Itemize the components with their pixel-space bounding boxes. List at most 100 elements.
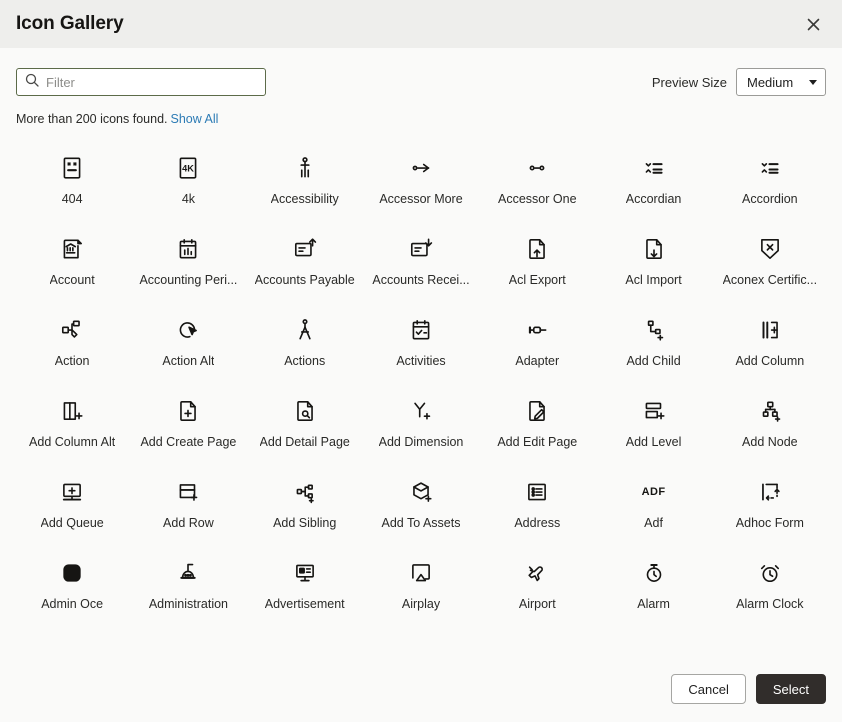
icon-cell[interactable]: Accessor One — [479, 144, 595, 211]
chevron-down-icon — [809, 80, 817, 85]
add-edit-page-icon — [524, 393, 550, 429]
close-icon[interactable] — [800, 11, 826, 37]
advertisement-icon — [292, 555, 318, 591]
icon-gallery-dialog: Icon Gallery Preview Size Medium — [0, 0, 842, 722]
action-alt-icon — [175, 312, 201, 348]
icon-label: Adf — [644, 516, 663, 531]
action-icon — [59, 312, 85, 348]
accounts-receivable-icon — [408, 231, 434, 267]
add-to-assets-icon — [408, 474, 434, 510]
add-level-icon — [641, 393, 667, 429]
icon-cell[interactable]: Accordian — [595, 144, 711, 211]
preview-size-value: Medium — [747, 75, 793, 90]
icon-label: Alarm — [637, 597, 670, 612]
icon-label: Add Column — [735, 354, 804, 369]
icon-cell[interactable]: Add Child — [595, 306, 711, 373]
icon-cell[interactable]: Add Level — [595, 387, 711, 454]
icon-cell[interactable]: Add Dimension — [363, 387, 479, 454]
aconex-certificate-icon — [757, 231, 783, 267]
add-column-icon — [757, 312, 783, 348]
icon-cell[interactable]: Airplay — [363, 549, 479, 616]
icon-cell[interactable]: Advertisement — [247, 549, 363, 616]
icon-cell[interactable]: Accessor More — [363, 144, 479, 211]
icon-cell[interactable]: Accessibility — [247, 144, 363, 211]
icon-cell[interactable]: ADF Adf — [595, 468, 711, 535]
icon-cell[interactable]: Add Column Alt — [14, 387, 130, 454]
preview-size-control: Preview Size Medium — [652, 68, 826, 96]
icon-cell[interactable]: Accounts Recei... — [363, 225, 479, 292]
add-queue-icon — [59, 474, 85, 510]
icon-label: Administration — [149, 597, 228, 612]
page-title: Icon Gallery — [16, 13, 124, 35]
icon-cell[interactable]: Acl Export — [479, 225, 595, 292]
icon-label: Action Alt — [162, 354, 214, 369]
icon-cell[interactable]: Add Queue — [14, 468, 130, 535]
icon-cell[interactable]: Add To Assets — [363, 468, 479, 535]
icon-label: Admin Oce — [41, 597, 103, 612]
icon-cell[interactable]: Add Node — [712, 387, 828, 454]
alarm-icon — [641, 555, 667, 591]
icon-cell[interactable]: Add Column — [712, 306, 828, 373]
adhoc-form-icon — [757, 474, 783, 510]
icon-label: Alarm Clock — [736, 597, 803, 612]
icon-cell[interactable]: Administration — [130, 549, 246, 616]
accessibility-icon — [292, 150, 318, 186]
icon-cell[interactable]: Add Edit Page — [479, 387, 595, 454]
show-all-link[interactable]: Show All — [171, 112, 219, 126]
icon-cell[interactable]: Alarm — [595, 549, 711, 616]
icon-label: Account — [50, 273, 95, 288]
icon-cell[interactable]: Address — [479, 468, 595, 535]
add-child-icon — [641, 312, 667, 348]
icon-cell[interactable]: Accounts Payable — [247, 225, 363, 292]
add-column-alt-icon — [59, 393, 85, 429]
icon-cell[interactable]: Actions — [247, 306, 363, 373]
actions-icon — [292, 312, 318, 348]
icon-cell[interactable]: Add Sibling — [247, 468, 363, 535]
search-field[interactable] — [16, 68, 266, 96]
add-create-page-icon — [175, 393, 201, 429]
icon-cell[interactable]: 4K4k — [130, 144, 246, 211]
icon-cell[interactable]: Aconex Certific... — [712, 225, 828, 292]
icon-cell[interactable]: Action — [14, 306, 130, 373]
results-summary: More than 200 icons found.Show All — [0, 96, 842, 126]
add-dimension-icon — [408, 393, 434, 429]
icon-cell[interactable]: Add Detail Page — [247, 387, 363, 454]
svg-text:4K: 4K — [183, 163, 195, 173]
accordian-icon — [641, 150, 667, 186]
icon-label: Airplay — [402, 597, 440, 612]
icon-label: Adapter — [515, 354, 559, 369]
search-input[interactable] — [46, 69, 257, 95]
icon-label: Accordian — [626, 192, 682, 207]
icon-cell[interactable]: Accounting Peri... — [130, 225, 246, 292]
icon-label: Accessor More — [379, 192, 462, 207]
icon-cell[interactable]: 404 — [14, 144, 130, 211]
alarm-clock-icon — [757, 555, 783, 591]
icon-cell[interactable]: Add Create Page — [130, 387, 246, 454]
icon-cell[interactable]: Account — [14, 225, 130, 292]
icon-label: Accordion — [742, 192, 798, 207]
adf-icon: ADF — [642, 474, 666, 510]
icon-label: Add Edit Page — [497, 435, 577, 450]
icon-cell[interactable]: Activities — [363, 306, 479, 373]
icon-label: Accessor One — [498, 192, 577, 207]
icon-cell[interactable]: Alarm Clock — [712, 549, 828, 616]
4k-icon: 4K — [175, 150, 201, 186]
icon-label: Actions — [284, 354, 325, 369]
preview-size-select[interactable]: Medium — [736, 68, 826, 96]
select-button[interactable]: Select — [756, 674, 826, 704]
icon-label: Activities — [396, 354, 445, 369]
icon-cell[interactable]: Adhoc Form — [712, 468, 828, 535]
icon-cell[interactable]: Adapter — [479, 306, 595, 373]
icon-cell[interactable]: Airport — [479, 549, 595, 616]
icon-label: Advertisement — [265, 597, 345, 612]
icon-cell[interactable]: Add Row — [130, 468, 246, 535]
accounting-period-icon — [175, 231, 201, 267]
icon-cell[interactable]: Action Alt — [130, 306, 246, 373]
icon-cell[interactable]: Accordion — [712, 144, 828, 211]
icon-cell[interactable]: Acl Import — [595, 225, 711, 292]
icon-label: Add Create Page — [140, 435, 236, 450]
icon-cell[interactable]: Admin Oce — [14, 549, 130, 616]
icon-label: Airport — [519, 597, 556, 612]
icon-grid-scroll[interactable]: 4044K4kAccessibility Accessor More Accesso… — [0, 126, 842, 662]
cancel-button[interactable]: Cancel — [671, 674, 745, 704]
